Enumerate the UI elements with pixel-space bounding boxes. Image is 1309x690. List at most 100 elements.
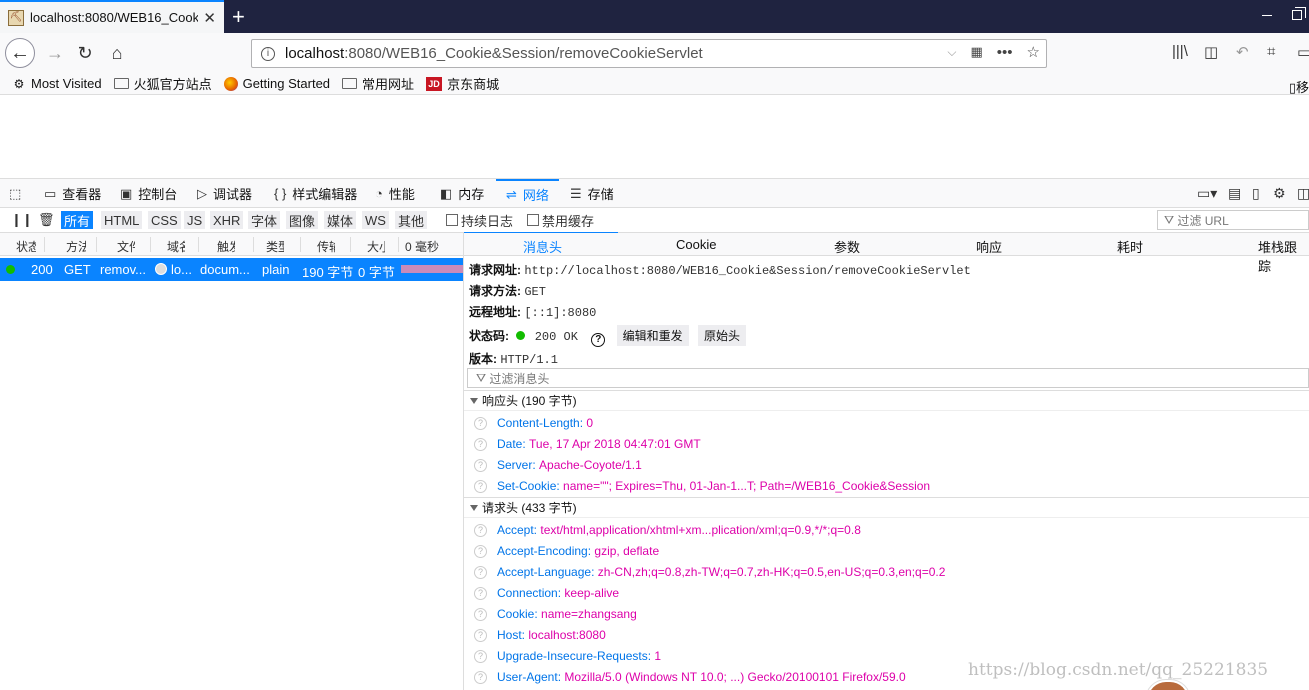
mobile-bookmarks[interactable]: ▯移 bbox=[1289, 77, 1309, 96]
close-tab-icon[interactable]: ✕ bbox=[203, 9, 216, 27]
help-icon[interactable]: ? bbox=[474, 523, 487, 537]
header-row[interactable]: ? Accept-Encoding: gzip, deflate bbox=[474, 544, 659, 558]
bookmark-star-icon[interactable]: ☆ bbox=[1027, 43, 1040, 61]
column-waterfall[interactable]: 0 毫秒 bbox=[405, 238, 461, 255]
filter-ws[interactable]: WS bbox=[362, 211, 389, 229]
header-row[interactable]: ? Content-Length: 0 bbox=[474, 416, 593, 430]
tab-response[interactable]: 响应 bbox=[976, 237, 1002, 256]
sidebar-icon[interactable]: ◫ bbox=[1204, 43, 1218, 61]
raw-headers-button[interactable]: 原始头 bbox=[697, 325, 746, 346]
screenshot-icon[interactable]: ⌗ bbox=[1267, 43, 1275, 60]
more-actions-icon[interactable]: ••• bbox=[997, 44, 1013, 61]
header-row[interactable]: ? Server: Apache-Coyote/1.1 bbox=[474, 458, 642, 472]
settings-gear-icon[interactable]: ⚙ bbox=[1273, 185, 1286, 202]
url-text[interactable]: localhost:8080/WEB16_Cookie&Session/remo… bbox=[285, 45, 703, 62]
filter-xhr[interactable]: XHR bbox=[210, 211, 244, 229]
header-row[interactable]: ? Set-Cookie: name=""; Expires=Thu, 01-Ja… bbox=[474, 479, 930, 493]
bookmark-getting-started[interactable]: Getting Started bbox=[223, 76, 330, 91]
table-row[interactable]: 200 GET remov... lo... docum... plain 19… bbox=[0, 258, 463, 281]
column-method[interactable]: 方法 bbox=[66, 238, 86, 255]
header-row[interactable]: ? Date: Tue, 17 Apr 2018 04:47:01 GMT bbox=[474, 437, 701, 451]
help-icon[interactable]: ? bbox=[591, 333, 606, 347]
tab-inspector[interactable]: ▭ 查看器 bbox=[44, 179, 101, 208]
filter-js[interactable]: JS bbox=[184, 211, 206, 229]
filter-fonts[interactable]: 字体 bbox=[248, 211, 281, 229]
tab-storage[interactable]: ☰ 存储 bbox=[570, 179, 614, 208]
header-row[interactable]: ? Upgrade-Insecure-Requests: 1 bbox=[474, 649, 661, 663]
extension-icon[interactable]: ▭ bbox=[1297, 43, 1309, 61]
column-size[interactable]: 大小 bbox=[367, 238, 385, 255]
help-icon[interactable]: ? bbox=[474, 544, 487, 558]
column-type[interactable]: 类型 bbox=[266, 238, 284, 255]
help-icon[interactable]: ? bbox=[474, 416, 487, 430]
help-icon[interactable]: ? bbox=[474, 565, 487, 579]
response-headers-section[interactable]: 响应头 (190 字节) bbox=[464, 390, 1309, 411]
tab-performance[interactable]: ◔ 性能 bbox=[375, 179, 415, 208]
responsive-mode-icon[interactable]: ▯ bbox=[1252, 185, 1260, 202]
disable-cache-checkbox[interactable]: 禁用缓存 bbox=[524, 211, 597, 229]
tab-stack-trace[interactable]: 堆栈跟踪 bbox=[1258, 237, 1309, 275]
filter-media[interactable]: 媒体 bbox=[324, 211, 357, 229]
column-status[interactable]: 状态 bbox=[16, 238, 36, 255]
site-info-icon[interactable]: i bbox=[261, 46, 275, 61]
header-row[interactable]: ? Cookie: name=zhangsang bbox=[474, 607, 637, 621]
request-headers-section[interactable]: 请求头 (433 字节) bbox=[464, 497, 1309, 518]
column-transferred[interactable]: 传输 bbox=[317, 238, 335, 255]
persist-log-checkbox[interactable]: 持续日志 bbox=[443, 211, 516, 229]
tab-headers[interactable]: 消息头 bbox=[523, 237, 562, 256]
header-row[interactable]: ? Connection: keep-alive bbox=[474, 586, 619, 600]
undo-close-icon[interactable]: ↶ bbox=[1236, 43, 1249, 61]
help-icon[interactable]: ? bbox=[474, 458, 487, 472]
filter-images[interactable]: 图像 bbox=[286, 211, 319, 229]
tab-debugger[interactable]: ▷ 调试器 bbox=[197, 179, 252, 208]
url-bar[interactable]: i localhost:8080/WEB16_Cookie&Session/re… bbox=[251, 39, 1047, 68]
tab-console[interactable]: ▣ 控制台 bbox=[120, 179, 177, 208]
filter-url-input[interactable]: ⛛ 过滤 URL bbox=[1157, 210, 1309, 230]
minimize-window-icon[interactable] bbox=[1262, 10, 1272, 16]
help-icon[interactable]: ? bbox=[474, 479, 487, 493]
filter-headers-input[interactable]: ⛛ 过滤消息头 bbox=[467, 368, 1309, 388]
bookmark-jd[interactable]: JD 京东商城 bbox=[426, 74, 499, 93]
help-icon[interactable]: ? bbox=[474, 670, 487, 684]
reload-button[interactable]: ↻ bbox=[70, 38, 100, 68]
help-icon[interactable]: ? bbox=[474, 649, 487, 663]
header-row[interactable]: ? Host: localhost:8080 bbox=[474, 628, 606, 642]
bookmark-most-visited[interactable]: ⚙ Most Visited bbox=[12, 76, 102, 91]
help-icon[interactable]: ? bbox=[474, 607, 487, 621]
forward-button[interactable]: → bbox=[40, 38, 70, 68]
filter-all[interactable]: 所有 bbox=[61, 211, 94, 229]
help-icon[interactable]: ? bbox=[474, 628, 487, 642]
panel-splitter[interactable] bbox=[463, 233, 464, 690]
tab-network[interactable]: ⇌ 网络 bbox=[496, 179, 559, 208]
tab-cookies[interactable]: Cookie bbox=[676, 237, 716, 252]
dock-options-icon[interactable]: ▭▾ bbox=[1197, 185, 1217, 202]
restore-window-icon[interactable] bbox=[1292, 7, 1306, 20]
column-domain[interactable]: 域名 bbox=[167, 238, 185, 255]
header-row[interactable]: ? Accept-Language: zh-CN,zh;q=0.8,zh-TW;q… bbox=[474, 565, 945, 579]
split-console-icon[interactable]: ▤ bbox=[1228, 185, 1241, 202]
home-button[interactable]: ⌂ bbox=[102, 38, 132, 68]
bookmark-firefox-official[interactable]: 火狐官方站点 bbox=[113, 74, 212, 93]
tab-timings[interactable]: 耗时 bbox=[1117, 237, 1143, 256]
pause-icon[interactable]: ❙❙ bbox=[8, 211, 36, 229]
help-icon[interactable]: ? bbox=[474, 586, 487, 600]
tab-params[interactable]: 参数 bbox=[834, 237, 860, 256]
help-icon[interactable]: ? bbox=[474, 437, 487, 451]
filter-css[interactable]: CSS bbox=[148, 211, 181, 229]
column-file[interactable]: 文件 bbox=[117, 238, 135, 255]
header-row[interactable]: ? Accept: text/html,application/xhtml+xm.… bbox=[474, 523, 861, 537]
bookmark-common-sites[interactable]: 常用网址 bbox=[342, 74, 414, 93]
edit-resend-button[interactable]: 编辑和重发 bbox=[616, 325, 689, 346]
library-icon[interactable]: |||\ bbox=[1172, 43, 1188, 60]
clear-trash-icon[interactable]: 🗑 bbox=[35, 211, 58, 229]
tab-style-editor[interactable]: { } 样式编辑器 bbox=[274, 179, 357, 208]
browser-tab[interactable]: ⛏ localhost:8080/WEB16_Cook ✕ bbox=[0, 0, 224, 33]
chevron-down-icon[interactable]: ⌵ bbox=[947, 45, 956, 60]
qr-code-icon[interactable]: ▦ bbox=[970, 44, 982, 60]
filter-html[interactable]: HTML bbox=[101, 211, 143, 229]
column-cause[interactable]: 触发 bbox=[217, 238, 235, 255]
new-tab-button[interactable]: + bbox=[232, 4, 245, 30]
back-button[interactable]: ← bbox=[5, 38, 35, 68]
header-row[interactable]: ? User-Agent: Mozilla/5.0 (Windows NT 10.… bbox=[474, 670, 906, 684]
tab-memory[interactable]: ◧ 内存 bbox=[440, 179, 484, 208]
